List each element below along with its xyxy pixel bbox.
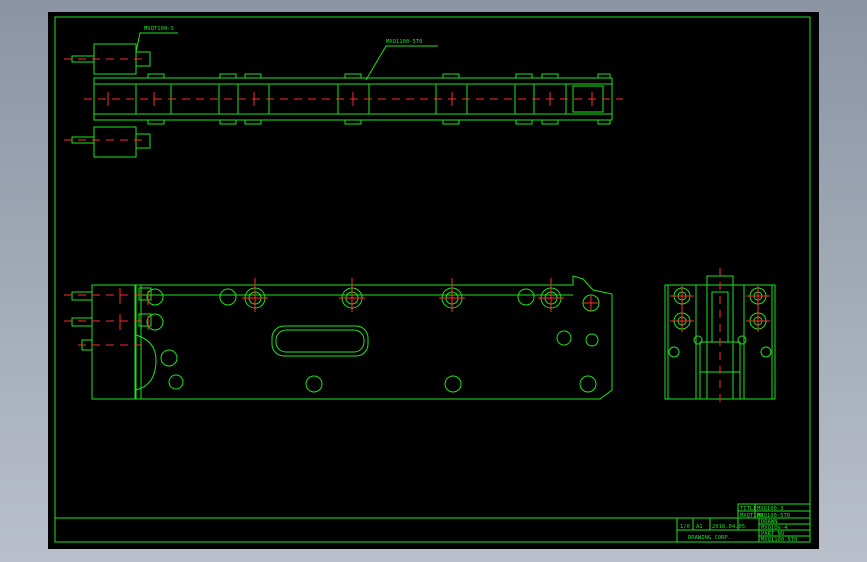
- cad-drawing-canvas: MSQT100-S MXQ1100-5T0 TITLE MXQ100-3 MXQ…: [48, 12, 819, 549]
- tb-company: DRAWING CORP.: [688, 535, 731, 541]
- tb-code: MXQ1100-5T0: [761, 537, 797, 543]
- callout-rail-label: MXQ1100-5T0: [386, 39, 422, 45]
- title-block: TITLE MXQ100-3 MXQT100 MXQ100-5T0 1/0 A1…: [676, 503, 811, 543]
- tb-date: 2016.04.05: [712, 524, 745, 530]
- top-view: MSQT100-S MXQ1100-5T0: [64, 26, 623, 158]
- callout-cylinder-label: MSQT100-S: [144, 26, 174, 32]
- tb-scale: 1/0: [680, 524, 690, 530]
- front-view: [64, 275, 613, 400]
- drawing-border: [54, 16, 811, 543]
- tb-sheet: A1: [696, 524, 703, 530]
- tb-row1-a: TITLE: [740, 506, 757, 512]
- tb-row1-b: MXQ100-3: [757, 506, 784, 512]
- side-view: [664, 268, 776, 408]
